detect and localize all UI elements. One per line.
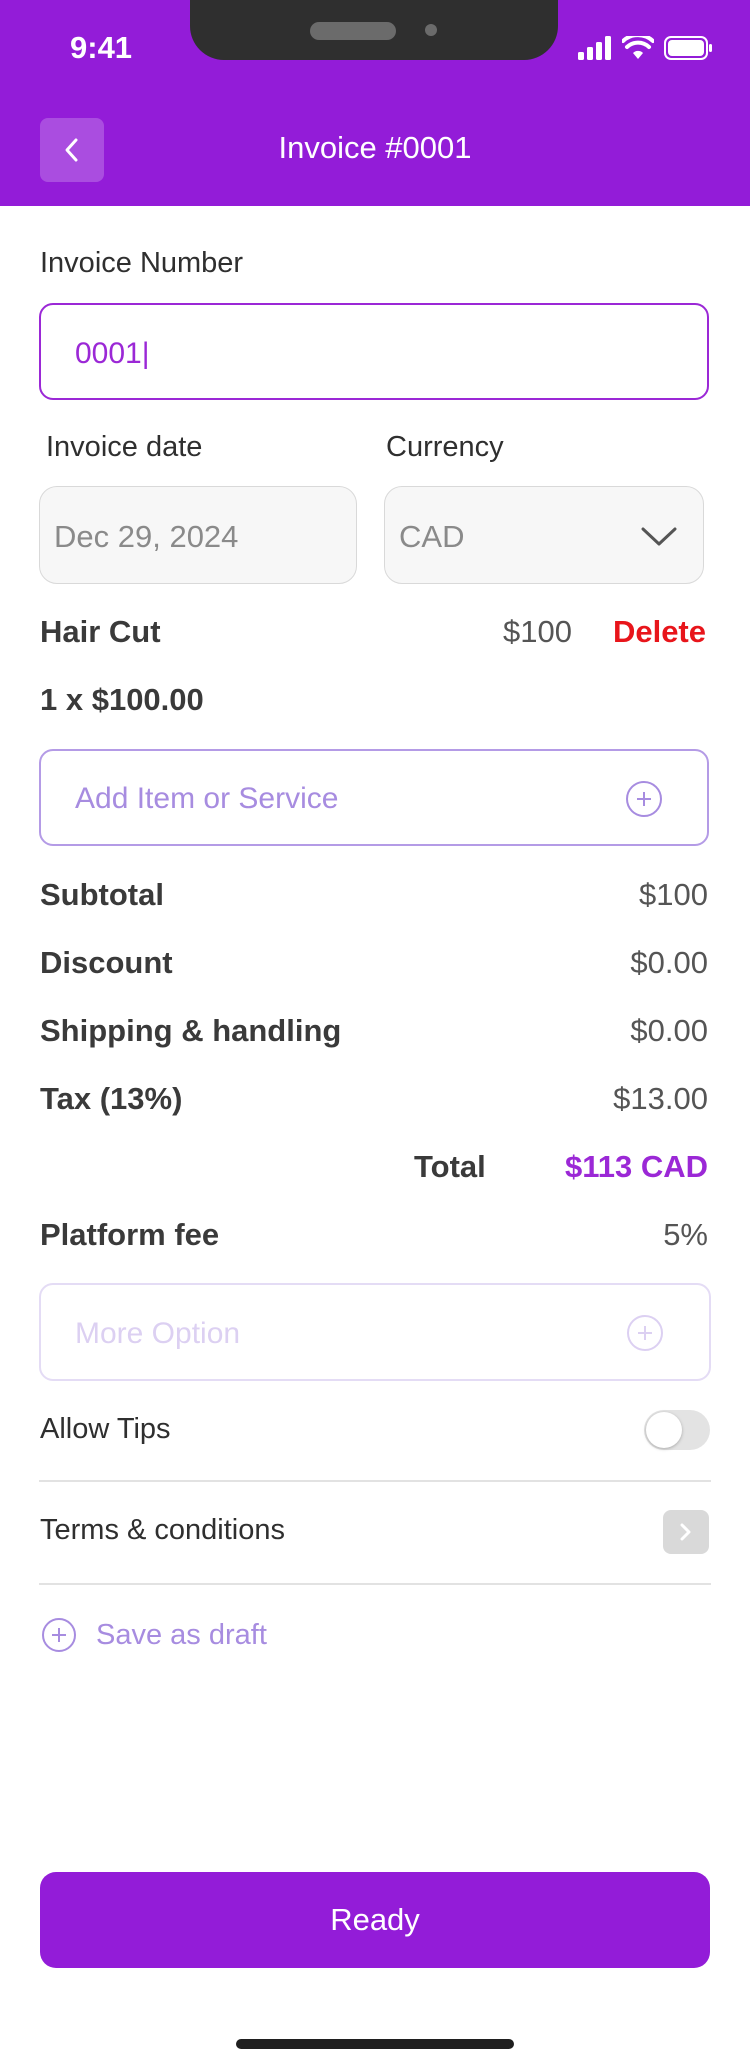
app-header: 9:41 Invoice #0001 [0, 0, 750, 206]
toggle-knob [646, 1412, 682, 1448]
speaker-grille [310, 22, 396, 40]
add-item-button[interactable]: Add Item or Service [39, 749, 709, 846]
shipping-value: $0.00 [630, 1013, 708, 1048]
ready-button[interactable]: Ready [40, 1872, 710, 1968]
invoice-number-value: 0001| [75, 337, 150, 370]
invoice-date-label: Invoice date [46, 431, 203, 463]
item-quantity-line: 1 x $100.00 [40, 682, 204, 717]
terms-button[interactable] [663, 1510, 709, 1554]
chevron-right-icon [680, 1523, 691, 1541]
save-draft-button[interactable]: Save as draft [96, 1619, 267, 1652]
terms-label: Terms & conditions [40, 1514, 285, 1546]
tax-label: Tax (13%) [40, 1081, 183, 1116]
allow-tips-toggle[interactable] [644, 1410, 710, 1450]
invoice-date-value: Dec 29, 2024 [54, 519, 239, 554]
total-label: Total [414, 1149, 486, 1184]
wifi-icon [622, 36, 654, 59]
tax-value: $13.00 [613, 1081, 708, 1116]
divider [39, 1480, 711, 1482]
delete-item-button[interactable]: Delete [600, 614, 706, 650]
battery-icon [664, 36, 712, 60]
ready-button-label: Ready [330, 1902, 420, 1937]
front-camera [425, 24, 437, 36]
allow-tips-label: Allow Tips [40, 1413, 171, 1445]
currency-value: CAD [399, 519, 465, 554]
add-item-placeholder: Add Item or Service [75, 782, 339, 815]
platform-fee-value: 5% [663, 1217, 708, 1252]
divider [39, 1583, 711, 1585]
discount-label: Discount [40, 945, 173, 980]
currency-select[interactable]: CAD [384, 486, 704, 584]
invoice-date-field[interactable]: Dec 29, 2024 [39, 486, 357, 584]
status-icons [578, 32, 714, 60]
more-option-placeholder: More Option [75, 1317, 241, 1350]
item-name: Hair Cut [40, 614, 161, 649]
subtotal-label: Subtotal [40, 877, 164, 912]
chevron-down-icon [641, 527, 677, 546]
plus-circle-icon[interactable] [42, 1618, 76, 1652]
currency-label: Currency [386, 431, 504, 463]
shipping-label: Shipping & handling [40, 1013, 342, 1048]
home-indicator [236, 2039, 514, 2049]
plus-circle-icon [627, 1315, 663, 1351]
device-notch [190, 0, 558, 60]
signal-icon [578, 36, 611, 60]
discount-value: $0.00 [630, 945, 708, 980]
page-title: Invoice #0001 [278, 130, 472, 165]
item-amount: $100 [503, 614, 572, 649]
plus-circle-icon [626, 781, 662, 817]
status-time: 9:41 [70, 30, 133, 65]
total-value: $113 CAD [564, 1149, 708, 1184]
platform-fee-label: Platform fee [40, 1217, 220, 1252]
invoice-number-input[interactable]: 0001| [39, 303, 709, 400]
more-option-button[interactable]: More Option [39, 1283, 711, 1381]
invoice-number-label: Invoice Number [40, 247, 244, 279]
subtotal-value: $100 [639, 877, 708, 912]
